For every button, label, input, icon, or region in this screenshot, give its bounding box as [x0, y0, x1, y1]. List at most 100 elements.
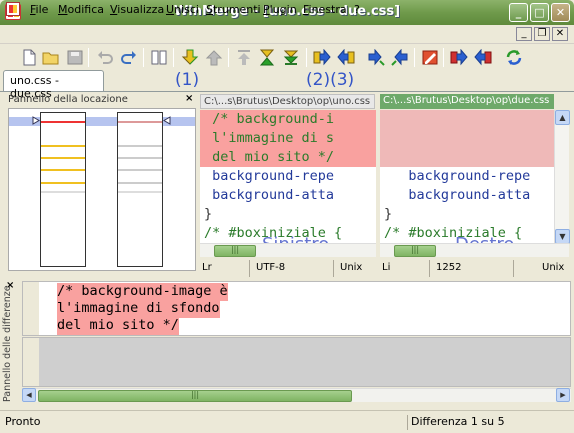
diff-hscrollbar[interactable]: ◀ ▶: [22, 388, 571, 402]
options-icon[interactable]: [150, 49, 168, 66]
code-line[interactable]: [380, 129, 554, 148]
code-line[interactable]: background-repe: [200, 167, 376, 186]
location-diff-marker: [118, 157, 162, 159]
code-line[interactable]: }: [200, 205, 376, 224]
refresh-icon[interactable]: [505, 49, 523, 66]
diff-pane-lower[interactable]: [22, 337, 571, 387]
location-diff-marker: [41, 157, 85, 159]
close-button[interactable]: ✕: [551, 3, 570, 22]
tab-divider: [0, 91, 574, 92]
open-icon[interactable]: [42, 49, 60, 66]
right-vscrollbar[interactable]: ▲ ▼: [554, 110, 570, 244]
code-line[interactable]: }: [380, 205, 554, 224]
next-diff-icon[interactable]: [181, 49, 199, 66]
code-line[interactable]: l'immagine di s: [200, 129, 376, 148]
diff-line[interactable]: del mio sito */: [57, 317, 179, 335]
location-diff-marker: [41, 169, 85, 171]
right-hscrollbar[interactable]: [380, 243, 569, 257]
copy-all-right-icon[interactable]: [450, 49, 468, 66]
menu-modifica[interactable]: Modifica: [58, 3, 104, 16]
menu-file[interactable]: File: [30, 3, 48, 16]
menu-visualizza[interactable]: Visualizza: [110, 3, 164, 16]
code-line[interactable]: [380, 110, 554, 129]
location-diff-marker: [41, 145, 85, 147]
scroll-left-arrow-icon[interactable]: ◀: [22, 388, 36, 402]
diff-pane-upper[interactable]: /* background-image è l'immagine di sfon…: [22, 281, 571, 336]
toolbar-separator: [173, 48, 174, 67]
copy-all-left-icon[interactable]: [474, 49, 492, 66]
left-file-path[interactable]: C:\...s\Brutus\Desktop\op\uno.css: [200, 94, 375, 109]
mdi-restore-button[interactable]: ❐: [534, 27, 550, 41]
tab-uno-due[interactable]: uno.css - due.css: [3, 70, 104, 100]
scroll-right-arrow-icon[interactable]: ▶: [556, 388, 570, 402]
toolbar-separator: [228, 48, 229, 67]
menu-bar: [0, 25, 574, 44]
code-line[interactable]: [380, 148, 554, 167]
code-line[interactable]: background-atta: [380, 186, 554, 205]
toolbar-separator: [306, 48, 307, 67]
location-diff-marker: [41, 191, 85, 193]
location-diff-marker: [118, 182, 162, 184]
minimize-button[interactable]: _: [509, 3, 528, 22]
maximize-button[interactable]: □: [530, 3, 549, 22]
document-icon[interactable]: [6, 2, 20, 16]
undo-icon[interactable]: [96, 49, 114, 66]
toolbar-separator: [414, 48, 415, 67]
copy-right-advance-icon[interactable]: [367, 49, 385, 66]
diff-line[interactable]: l'immagine di sfondo: [57, 300, 220, 318]
menu-plugin[interactable]: Plugin: [263, 3, 297, 16]
code-line[interactable]: del mio sito */: [200, 148, 376, 167]
diff-gutter: [23, 282, 39, 335]
location-diff-marker: [41, 182, 85, 184]
location-bar-left[interactable]: [40, 112, 86, 267]
current-diff-icon[interactable]: [258, 49, 276, 66]
location-diff-marker: [118, 169, 162, 171]
right-file-path[interactable]: C:\...s\Brutus\Desktop\op\due.css: [380, 94, 554, 109]
diff-hscroll-thumb[interactable]: [38, 390, 352, 402]
left-hscroll-thumb[interactable]: [214, 245, 256, 257]
location-pane-close-button[interactable]: ×: [185, 93, 193, 104]
scroll-up-arrow-icon[interactable]: ▲: [555, 110, 570, 125]
code-line[interactable]: background-repe: [380, 167, 554, 186]
status-diff-count: Differenza 1 su 5: [407, 415, 505, 430]
menu-strumenti[interactable]: Strumenti: [206, 3, 261, 16]
annotation-1: (1): [175, 70, 200, 90]
location-diff-marker: [118, 191, 162, 193]
location-pane[interactable]: [8, 108, 196, 271]
copy-left-icon[interactable]: [337, 49, 355, 66]
left-status-line: Lr: [200, 260, 250, 277]
scroll-down-arrow-icon[interactable]: ▼: [555, 229, 570, 244]
prev-diff-icon[interactable]: [205, 49, 223, 66]
left-status-eol: Unix: [340, 262, 363, 273]
mdi-close-button[interactable]: ✕: [552, 27, 568, 41]
diff-pane-title: Pannello delle differenze: [2, 285, 13, 402]
location-marker-left-icon: [32, 116, 40, 125]
new-icon[interactable]: [20, 49, 38, 66]
copy-right-icon[interactable]: [313, 49, 331, 66]
location-diff-marker: [41, 121, 85, 123]
toolbar-separator: [88, 48, 89, 67]
toolbar-separator: [443, 48, 444, 67]
menu-unisci[interactable]: Unisci: [166, 3, 199, 16]
location-diff-marker: [118, 121, 162, 123]
location-pane-title: Pannello della locazione: [8, 94, 128, 105]
right-status-eol: Unix: [542, 262, 565, 273]
right-status-encoding: 1252: [434, 260, 514, 277]
right-status-line: Li: [380, 260, 430, 277]
last-diff-icon[interactable]: [282, 49, 300, 66]
right-hscroll-thumb[interactable]: [394, 245, 436, 257]
edit-icon[interactable]: [421, 49, 439, 66]
save-icon[interactable]: [66, 49, 84, 66]
copy-left-advance-icon[interactable]: [391, 49, 409, 66]
toolbar-separator: [143, 48, 144, 67]
menu-finestra[interactable]: Finestra: [303, 3, 347, 16]
code-line[interactable]: background-atta: [200, 186, 376, 205]
redo-icon[interactable]: [120, 49, 138, 66]
diff-line[interactable]: /* background-image è: [57, 283, 228, 301]
mdi-minimize-button[interactable]: _: [516, 27, 532, 41]
menu-help[interactable]: ?: [354, 3, 360, 16]
left-hscrollbar[interactable]: [200, 243, 376, 257]
code-line[interactable]: /* background-i: [200, 110, 376, 129]
first-diff-icon[interactable]: [235, 49, 253, 66]
location-bar-right[interactable]: [117, 112, 163, 267]
